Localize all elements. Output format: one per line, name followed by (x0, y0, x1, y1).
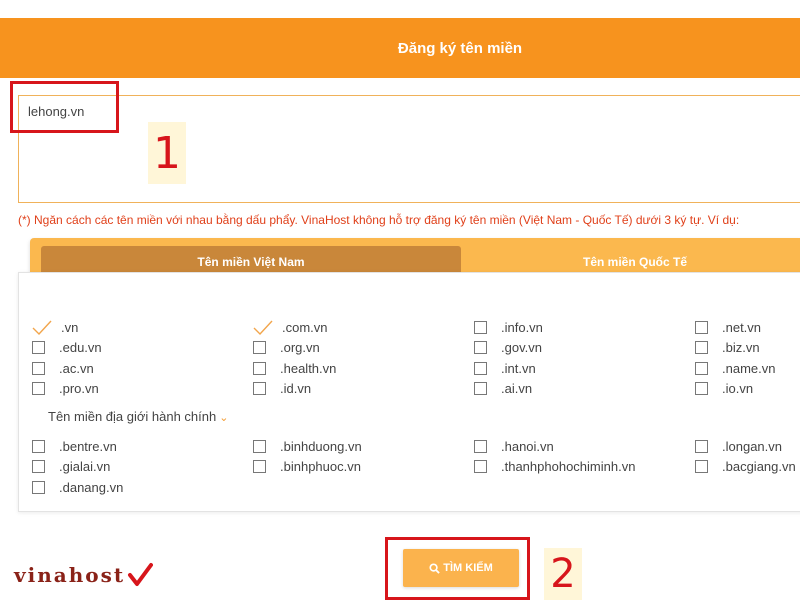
checkbox[interactable] (253, 439, 266, 453)
highlight-box-search (385, 537, 530, 600)
checkbox[interactable] (474, 382, 487, 395)
extension-label: .thanhphohochiminh.vn (501, 459, 636, 474)
checkbox[interactable] (253, 341, 266, 354)
extension-option[interactable]: .org.vn (253, 339, 320, 357)
extension-label: .bacgiang.vn (722, 459, 796, 474)
extension-label: .biz.vn (722, 340, 760, 355)
extension-label: .health.vn (280, 360, 337, 376)
extension-label: .binhduong.vn (280, 438, 362, 454)
checkbox-checked-icon[interactable] (32, 320, 52, 335)
extension-option[interactable]: .int.vn (474, 359, 536, 377)
checkmark-logo-icon (128, 563, 154, 586)
logo-text: vinahost (14, 563, 126, 587)
extension-option[interactable]: .edu.vn (32, 339, 102, 357)
extension-label: .bentre.vn (59, 438, 117, 454)
extension-label: .name.vn (722, 360, 776, 376)
extension-label: .pro.vn (59, 381, 99, 396)
extension-label: .gov.vn (501, 340, 542, 355)
extension-option[interactable]: .longan.vn (695, 437, 782, 455)
extension-option[interactable]: .gov.vn (474, 339, 542, 357)
checkbox[interactable] (32, 480, 45, 494)
extension-option[interactable]: .net.vn (695, 318, 761, 336)
step-1-annotation: 1 (148, 122, 186, 184)
extension-label: .hanoi.vn (501, 438, 554, 454)
extension-label: .longan.vn (722, 438, 782, 454)
domain-note: (*) Ngăn cách các tên miền với nhau bằng… (18, 213, 740, 227)
extension-option[interactable]: .binhduong.vn (253, 437, 362, 455)
checkbox[interactable] (695, 320, 708, 334)
region-label: Tên miền địa giới hành chính (48, 409, 217, 424)
extension-label: .ai.vn (501, 381, 533, 396)
extension-label: .edu.vn (59, 340, 102, 355)
extension-option[interactable]: .biz.vn (695, 339, 760, 357)
checkbox[interactable] (695, 341, 708, 354)
checkbox[interactable] (32, 460, 45, 473)
checkbox[interactable] (32, 382, 45, 395)
extension-label: .binhphuoc.vn (280, 459, 361, 474)
extension-option[interactable]: .ac.vn (32, 359, 94, 377)
extension-option[interactable]: .name.vn (695, 359, 775, 377)
extension-option[interactable]: .health.vn (253, 359, 336, 377)
extension-label: .int.vn (501, 360, 536, 376)
extension-label: .com.vn (282, 319, 328, 335)
extension-option[interactable]: .bentre.vn (32, 437, 117, 455)
checkbox[interactable] (695, 361, 708, 375)
checkbox[interactable] (253, 460, 266, 473)
extension-label: .io.vn (722, 381, 754, 396)
extension-option[interactable]: .ai.vn (474, 380, 532, 398)
checkbox[interactable] (695, 439, 708, 453)
extension-option[interactable]: .vn (32, 318, 78, 336)
extension-label: .info.vn (501, 319, 543, 335)
extension-label: .gialai.vn (59, 459, 111, 474)
checkbox[interactable] (474, 460, 487, 473)
checkbox[interactable] (32, 439, 45, 453)
checkbox-checked-icon[interactable] (253, 320, 273, 335)
step-2-annotation: 2 (544, 548, 582, 600)
checkbox[interactable] (253, 361, 266, 375)
domain-textarea[interactable] (18, 95, 800, 203)
extensions-panel (18, 272, 800, 512)
extension-option[interactable]: .thanhphohochiminh.vn (474, 458, 635, 476)
extension-label: .net.vn (722, 319, 762, 335)
vinahost-logo: vinahost (14, 562, 154, 588)
extension-option[interactable]: .danang.vn (32, 478, 123, 496)
extension-label: .danang.vn (59, 479, 124, 495)
region-toggle[interactable]: Tên miền địa giới hành chính ⌄ (48, 409, 228, 424)
extension-label: .ac.vn (59, 360, 94, 376)
extension-option[interactable]: .binhphuoc.vn (253, 458, 361, 476)
extension-option[interactable]: .bacgiang.vn (695, 458, 796, 476)
page-title: Đăng ký tên miền (397, 39, 523, 57)
extension-option[interactable]: .hanoi.vn (474, 437, 554, 455)
extension-option[interactable]: .io.vn (695, 380, 753, 398)
checkbox[interactable] (474, 320, 487, 334)
checkbox[interactable] (32, 341, 45, 354)
checkbox[interactable] (695, 382, 708, 395)
extension-option[interactable]: .gialai.vn (32, 458, 110, 476)
extension-label: .vn (61, 319, 79, 335)
extension-option[interactable]: .com.vn (253, 318, 328, 336)
page-header: Đăng ký tên miền (0, 18, 800, 78)
extension-option[interactable]: .id.vn (253, 380, 311, 398)
checkbox[interactable] (253, 382, 266, 395)
checkbox[interactable] (32, 361, 45, 375)
checkbox[interactable] (474, 439, 487, 453)
extension-option[interactable]: .info.vn (474, 318, 543, 336)
checkbox[interactable] (474, 341, 487, 354)
extension-label: .id.vn (280, 381, 312, 396)
checkbox[interactable] (695, 460, 708, 473)
chevron-down-icon: ⌄ (219, 412, 229, 424)
extension-label: .org.vn (280, 340, 320, 355)
extension-option[interactable]: .pro.vn (32, 380, 99, 398)
checkbox[interactable] (474, 361, 487, 375)
highlight-box-input (10, 81, 119, 133)
